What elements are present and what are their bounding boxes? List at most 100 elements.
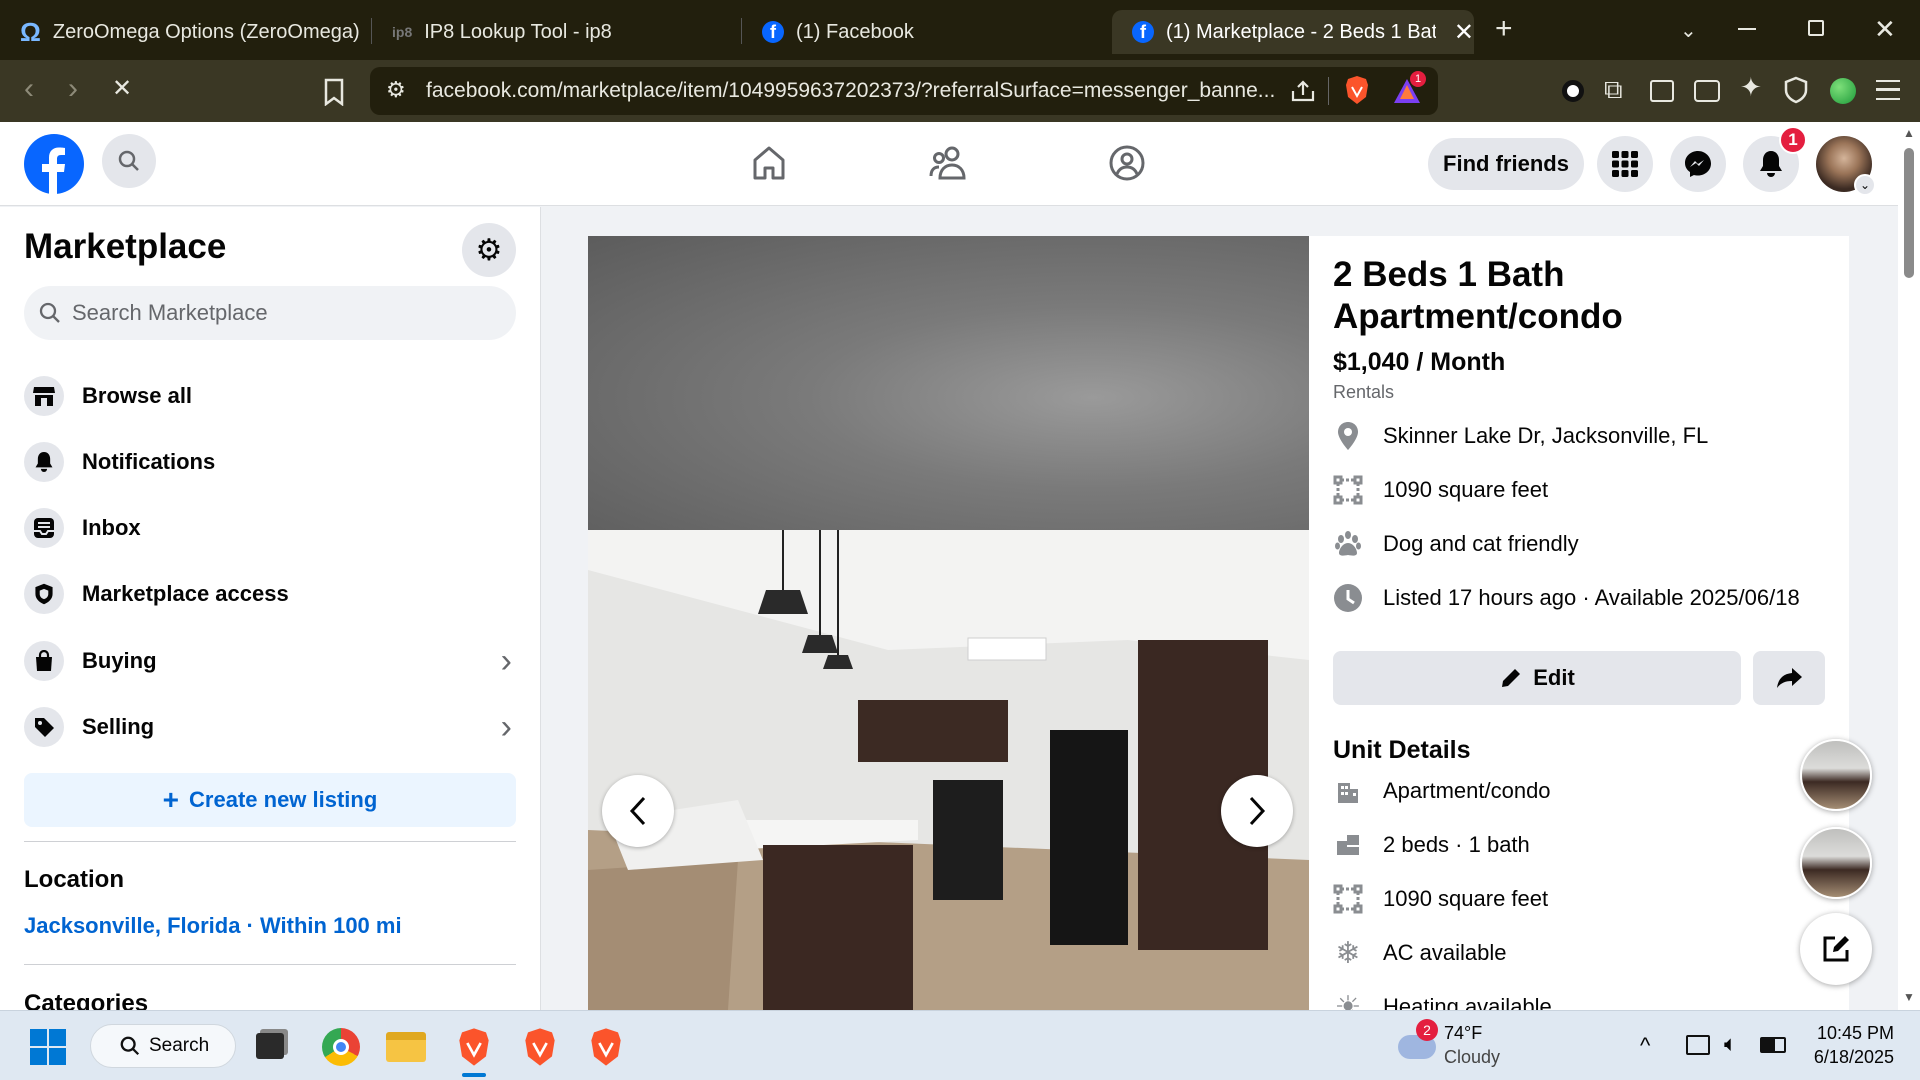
- location-heading: Location: [24, 866, 124, 893]
- profile-globe-icon[interactable]: [1830, 78, 1856, 104]
- search-icon: [120, 1036, 140, 1056]
- address-bar[interactable]: ⚙ facebook.com/marketplace/item/10499596…: [370, 67, 1438, 115]
- menu-grid-button[interactable]: [1597, 136, 1653, 192]
- forward-icon[interactable]: ›: [68, 72, 78, 106]
- sidebar-item-marketplace-access[interactable]: Marketplace access: [24, 567, 516, 621]
- sidebar-item-browse-all[interactable]: Browse all: [24, 369, 516, 423]
- clock-time[interactable]: 10:45 PM: [1808, 1023, 1894, 1044]
- info-pets: Dog and cat friendly: [1333, 529, 1579, 559]
- unit-heating: ☀ Heating available: [1333, 991, 1552, 1011]
- info-listed: Listed 17 hours ago · Available 2025/06/…: [1333, 583, 1800, 613]
- unit-square-feet: 1090 square feet: [1333, 884, 1548, 914]
- windows-start-icon[interactable]: [30, 1029, 66, 1065]
- clock-date[interactable]: 6/18/2025: [1798, 1047, 1894, 1068]
- restore-icon[interactable]: [1808, 20, 1824, 36]
- stop-loading-icon[interactable]: ✕: [112, 74, 132, 103]
- location-link[interactable]: Jacksonville, Florida · Within 100 mi: [24, 913, 402, 939]
- account-chevron-icon[interactable]: ⌄: [1854, 174, 1876, 196]
- back-icon[interactable]: ‹: [24, 72, 34, 106]
- menu-icon[interactable]: [1876, 80, 1900, 100]
- taskbar-search[interactable]: Search: [90, 1024, 236, 1068]
- url-text[interactable]: facebook.com/marketplace/item/1049959637…: [426, 79, 1275, 103]
- bookmark-icon[interactable]: [322, 78, 346, 106]
- listing-price: $1,040 / Month: [1333, 348, 1506, 376]
- listing-photo[interactable]: [588, 236, 1309, 1010]
- brave-profile-2-icon[interactable]: [522, 1027, 558, 1067]
- brave-taskbar-icon[interactable]: [456, 1027, 492, 1067]
- storefront-icon: [24, 376, 64, 416]
- bell-icon: [24, 442, 64, 482]
- battery-icon[interactable]: [1760, 1037, 1786, 1053]
- sidebar-icon[interactable]: [1650, 80, 1674, 102]
- network-icon[interactable]: [1686, 1035, 1710, 1055]
- fb-search-button[interactable]: [102, 134, 156, 188]
- share-listing-button[interactable]: [1753, 651, 1825, 705]
- facebook-icon: f: [762, 21, 784, 43]
- new-message-button[interactable]: [1800, 913, 1872, 985]
- square-feet-icon: [1333, 884, 1363, 914]
- brave-profile-3-icon[interactable]: [588, 1027, 624, 1067]
- info-location: Skinner Lake Dr, Jacksonville, FL: [1333, 421, 1708, 451]
- tab-list-chevron-icon[interactable]: ⌄: [1680, 18, 1697, 43]
- next-photo-button[interactable]: [1221, 775, 1293, 847]
- unit-ac: ❄ AC available: [1333, 937, 1506, 970]
- settings-button[interactable]: ⚙: [462, 223, 516, 277]
- chevron-right-icon: ›: [500, 707, 512, 746]
- search-icon: [118, 150, 139, 171]
- marketplace-sidebar: Marketplace ⚙ Search Marketplace Browse …: [0, 207, 541, 1010]
- previous-photo-button[interactable]: [602, 775, 674, 847]
- sidebar-item-notifications[interactable]: Notifications: [24, 435, 516, 489]
- vpn-shield-icon[interactable]: [1784, 76, 1808, 104]
- minimize-icon[interactable]: [1738, 28, 1756, 30]
- tab-zeroomega[interactable]: Ω ZeroOmega Options (ZeroOmega): [0, 10, 370, 54]
- bed-icon: [1333, 830, 1363, 860]
- sidebar-item-selling[interactable]: Selling ›: [24, 700, 516, 754]
- temperature[interactable]: 74°F: [1444, 1023, 1482, 1044]
- tray-chevron-icon[interactable]: ^: [1640, 1033, 1650, 1059]
- page-scrollbar[interactable]: ▲ ▼: [1898, 122, 1920, 1010]
- sidebar-title: Marketplace: [24, 227, 227, 266]
- scroll-up-arrow[interactable]: ▲: [1903, 126, 1915, 140]
- inbox-icon: [24, 508, 64, 548]
- task-view-icon[interactable]: [256, 1033, 284, 1059]
- weather-condition[interactable]: Cloudy: [1444, 1047, 1500, 1068]
- scroll-thumb[interactable]: [1904, 148, 1914, 278]
- marketplace-search[interactable]: Search Marketplace: [24, 286, 516, 340]
- tab-facebook[interactable]: f (1) Facebook: [742, 10, 1112, 54]
- find-friends-button[interactable]: Find friends: [1428, 138, 1584, 190]
- ip8-icon: ip8: [392, 24, 413, 40]
- windows-taskbar: Search 2 74°F Cloudy ^ 🔈︎ 10:45 PM 6/18/…: [0, 1010, 1920, 1080]
- facebook-logo[interactable]: [24, 134, 84, 194]
- scroll-down-arrow[interactable]: ▼: [1903, 990, 1915, 1004]
- site-settings-icon[interactable]: ⚙: [386, 77, 406, 103]
- omega-icon: Ω: [20, 16, 41, 47]
- tab-ip8[interactable]: ip8 IP8 Lookup Tool - ip8: [372, 10, 742, 54]
- close-window-icon[interactable]: ✕: [1874, 14, 1896, 45]
- share-arrow-icon: [1777, 668, 1802, 688]
- share-icon[interactable]: [1290, 79, 1316, 103]
- tab-marketplace-active[interactable]: f (1) Marketplace - 2 Beds 1 Bath / ✕: [1112, 10, 1474, 54]
- volume-icon[interactable]: 🔈︎: [1724, 1031, 1737, 1057]
- extensions-puzzle-icon[interactable]: ⧉: [1604, 74, 1623, 106]
- file-explorer-icon[interactable]: [386, 1032, 426, 1062]
- create-listing-button[interactable]: + Create new listing: [24, 773, 516, 827]
- brave-shields-icon[interactable]: [1344, 75, 1370, 105]
- friends-icon[interactable]: [928, 144, 968, 182]
- new-tab-icon[interactable]: +: [1495, 12, 1513, 46]
- leo-ai-icon[interactable]: ✦: [1740, 72, 1762, 103]
- listing-category: Rentals: [1333, 382, 1395, 402]
- close-tab-icon[interactable]: ✕: [1454, 18, 1474, 47]
- chrome-icon[interactable]: [322, 1028, 360, 1066]
- chat-head-2[interactable]: [1800, 827, 1872, 899]
- sidebar-item-inbox[interactable]: Inbox: [24, 501, 516, 555]
- listing-details: 2 Beds 1 Bath Apartment/condo $1,040 / M…: [1309, 236, 1849, 1010]
- sidebar-item-buying[interactable]: Buying ›: [24, 634, 516, 688]
- grid-menu-icon: [1612, 151, 1638, 177]
- groups-icon[interactable]: [1108, 144, 1146, 182]
- circle-extension-icon[interactable]: [1562, 80, 1584, 102]
- edit-button[interactable]: Edit: [1333, 651, 1741, 705]
- wallet-icon[interactable]: [1694, 80, 1720, 102]
- messenger-button[interactable]: [1670, 136, 1726, 192]
- chat-head-1[interactable]: [1800, 739, 1872, 811]
- home-icon[interactable]: [750, 144, 788, 182]
